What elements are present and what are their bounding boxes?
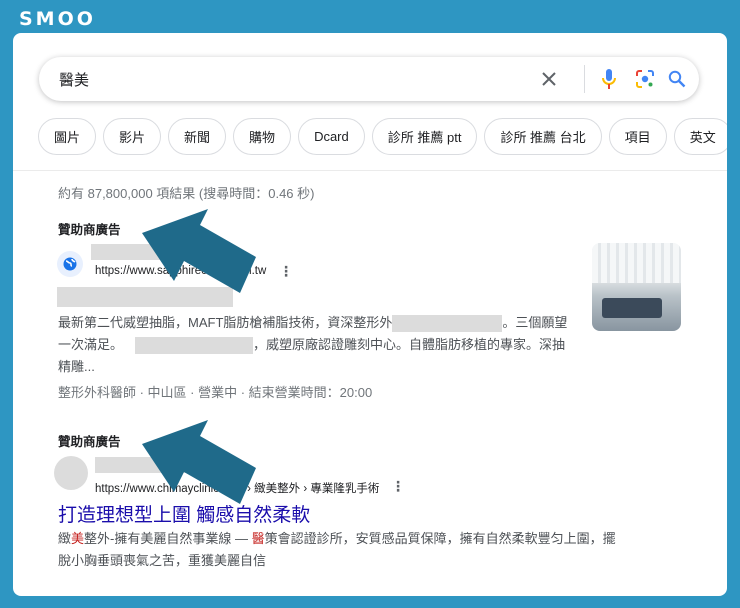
chip-clinic-taipei[interactable]: 診所 推薦 台北 xyxy=(484,118,602,155)
filter-chips: 圖片 影片 新聞 購物 Dcard 診所 推薦 ptt 診所 推薦 台北 項目 … xyxy=(38,118,727,155)
chip-videos[interactable]: 影片 xyxy=(103,118,162,155)
redacted-text xyxy=(392,315,503,333)
chip-news[interactable]: 新聞 xyxy=(168,118,227,155)
header-divider xyxy=(13,170,727,171)
site-favicon xyxy=(54,456,88,490)
camera-lens-icon[interactable] xyxy=(633,67,657,91)
search-box[interactable]: 醫美 xyxy=(39,57,699,101)
result-snippet: 緻美整外-擁有美麗自然事業線 — 醫策會認證診所，安質感品質保障，擁有自然柔軟豐… xyxy=(58,531,616,568)
search-input[interactable]: 醫美 xyxy=(59,69,89,90)
more-options-icon[interactable]: ⋮ xyxy=(279,264,293,278)
chip-dcard[interactable]: Dcard xyxy=(298,118,365,155)
brand-logo: SMOO xyxy=(19,8,96,30)
result-meta: 整形外科醫師 · 中山區 · 營業中 · 結束營業時間：20:00 xyxy=(58,385,373,400)
chip-items[interactable]: 項目 xyxy=(608,118,667,155)
annotation-arrow xyxy=(142,209,256,293)
sponsored-label: 贊助商廣告 xyxy=(58,223,121,237)
chip-clinic-ptt[interactable]: 診所 推薦 ptt xyxy=(371,118,478,155)
annotation-arrow xyxy=(142,420,256,504)
clinic-thumbnail[interactable] xyxy=(592,243,681,331)
chip-english[interactable]: 英文 xyxy=(673,118,727,155)
chip-shopping[interactable]: 購物 xyxy=(233,118,292,155)
globe-icon xyxy=(57,251,83,277)
search-icon[interactable] xyxy=(665,67,689,91)
clear-icon[interactable] xyxy=(537,67,561,91)
search-results-card: 醫美 圖片 影片 新聞 購物 Dcard 診所 推薦 ptt 診所 推薦 台北 … xyxy=(13,33,727,596)
result-snippet: 最新第二代威塑抽脂，MAFT脂肪槍補脂技術，資深整形外 。三個願望一次滿足。 ，威塑… xyxy=(58,315,568,374)
redacted-text xyxy=(135,337,254,355)
chip-images[interactable]: 圖片 xyxy=(38,118,97,155)
result-stats: 約有 87,800,000 項結果 (搜尋時間：0.46 秒) xyxy=(58,186,315,201)
microphone-icon[interactable] xyxy=(597,67,621,91)
divider xyxy=(584,65,585,93)
sponsored-label: 贊助商廣告 xyxy=(58,435,121,449)
more-options-icon[interactable]: ⋮ xyxy=(391,479,405,493)
